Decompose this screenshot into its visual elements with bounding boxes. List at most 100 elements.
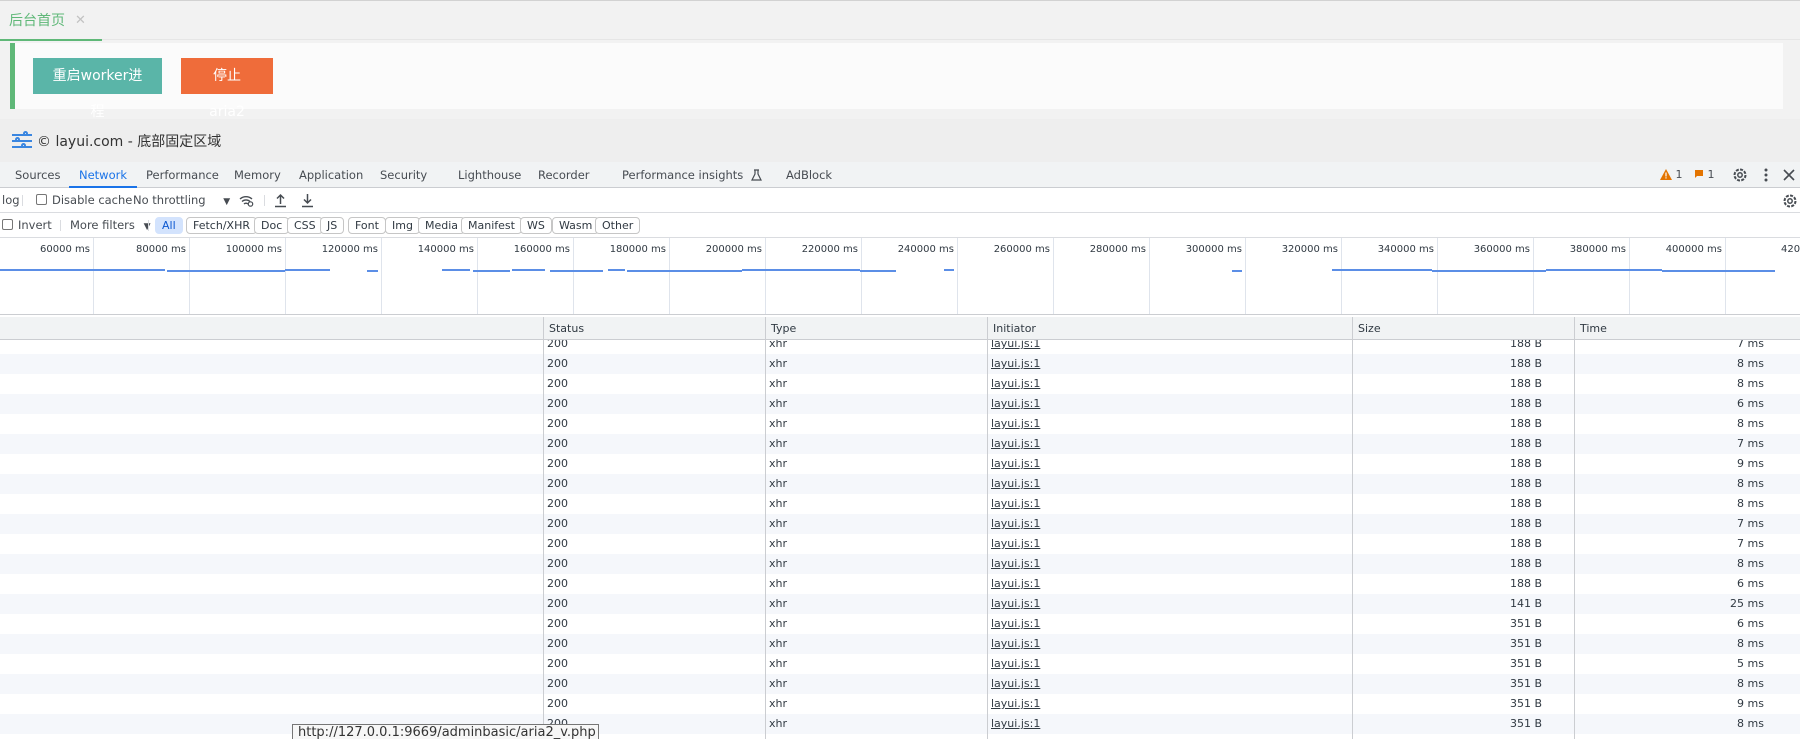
initiator-link[interactable]: layui.js:1: [991, 534, 1040, 554]
checkbox-box[interactable]: [2, 219, 13, 230]
table-row[interactable]: 200 xhr layui.js:1 141 B 25 ms: [0, 594, 1800, 614]
table-row[interactable]: 200 xhr layui.js:1 188 B 8 ms: [0, 554, 1800, 574]
initiator-link[interactable]: layui.js:1: [991, 514, 1040, 534]
column-initiator[interactable]: Initiator: [987, 317, 1352, 340]
initiator-link[interactable]: layui.js:1: [991, 654, 1040, 674]
initiator-link[interactable]: layui.js:1: [991, 574, 1040, 594]
table-row[interactable]: 200 xhr layui.js:1 188 B 9 ms: [0, 454, 1800, 474]
status-cell: 200: [547, 577, 568, 590]
tab-lighthouse[interactable]: Lighthouse: [458, 162, 521, 188]
status-cell: 200: [547, 357, 568, 370]
filter-chip-manifest[interactable]: Manifest: [461, 217, 522, 234]
initiator-link[interactable]: layui.js:1: [991, 354, 1040, 374]
restart-worker-button[interactable]: 重启worker进程: [33, 58, 162, 120]
more-options-icon[interactable]: [1764, 168, 1768, 182]
table-row[interactable]: 200 xhr layui.js:1 351 B 5 ms: [0, 654, 1800, 674]
close-icon[interactable]: ✕: [75, 13, 86, 28]
tab-application[interactable]: Application: [299, 162, 363, 188]
page-tab-home[interactable]: 后台首页 ✕: [0, 1, 102, 41]
throttling-select[interactable]: No throttling ▼: [133, 188, 230, 213]
table-row[interactable]: 200 xhr layui.js:1 188 B 8 ms: [0, 374, 1800, 394]
time-cell: 7 ms: [1737, 340, 1764, 350]
initiator-link[interactable]: layui.js:1: [991, 340, 1040, 354]
table-row[interactable]: 200 xhr layui.js:1 188 B 8 ms: [0, 474, 1800, 494]
filter-chip-img[interactable]: Img: [385, 217, 420, 234]
upload-icon[interactable]: [274, 193, 287, 208]
more-filters-dropdown[interactable]: More filters ▼: [70, 213, 151, 238]
table-row[interactable]: 200 xhr layui.js:1 188 B 8 ms: [0, 414, 1800, 434]
initiator-link[interactable]: layui.js:1: [991, 374, 1040, 394]
table-row[interactable]: 200xhrlayui.js:1351 B8 ms: [0, 674, 1800, 694]
invert-checkbox[interactable]: Invert: [2, 213, 52, 238]
tab-network[interactable]: Network: [69, 162, 138, 188]
close-devtools-icon[interactable]: [1783, 169, 1795, 181]
checkbox-box[interactable]: [36, 194, 47, 205]
filter-chip-font[interactable]: Font: [348, 217, 386, 234]
disable-cache-checkbox[interactable]: Disable cache: [36, 188, 132, 213]
tab-performance-insights[interactable]: Performance insights: [622, 162, 762, 188]
initiator-link[interactable]: layui.js:1: [991, 634, 1040, 654]
initiator-link[interactable]: layui.js:1: [991, 434, 1040, 454]
tab-memory[interactable]: Memory: [234, 162, 281, 188]
initiator-link[interactable]: layui.js:1: [991, 454, 1040, 474]
initiator-link[interactable]: layui.js:1: [991, 414, 1040, 434]
filter-chip-css[interactable]: CSS: [287, 217, 323, 234]
column-status[interactable]: Status: [543, 317, 765, 340]
initiator-link[interactable]: layui.js:1: [991, 614, 1040, 634]
tab-security[interactable]: Security: [380, 162, 427, 188]
table-row[interactable]: 200 xhr layui.js:1 188 B 8 ms: [0, 494, 1800, 514]
type-cell: xhr: [769, 717, 788, 730]
web-page: 后台首页 ✕ 重启worker进程 停止aria2 © layui.com - …: [0, 0, 1800, 162]
table-row[interactable]: 200 xhr layui.js:1 188 B 6 ms: [0, 574, 1800, 594]
preserve-log-label[interactable]: log: [2, 188, 20, 213]
initiator-link[interactable]: layui.js:1: [991, 394, 1040, 414]
time-cell: 7 ms: [1737, 537, 1764, 550]
issues-badge[interactable]: 1: [1694, 162, 1715, 188]
request-table-body: 200 xhr layui.js:1 188 B 7 ms 200 xhr layui.js:…: [0, 340, 1800, 739]
filter-chip-media[interactable]: Media: [418, 217, 466, 234]
table-row[interactable]: 200xhrlayui.js:1351 B8 ms: [0, 634, 1800, 654]
filter-chip-doc[interactable]: Doc: [254, 217, 290, 234]
status-cell: 200: [547, 697, 568, 710]
filter-chip-wasm[interactable]: Wasm: [552, 217, 600, 234]
initiator-link[interactable]: layui.js:1: [991, 594, 1040, 614]
table-row[interactable]: 200 xhr layui.js:1 188 B 8 ms: [0, 354, 1800, 374]
filter-chip-other[interactable]: Other: [595, 217, 641, 234]
table-row[interactable]: 200 xhr layui.js:1 188 B 7 ms: [0, 434, 1800, 454]
network-conditions-icon[interactable]: [238, 193, 254, 209]
initiator-link[interactable]: layui.js:1: [991, 554, 1040, 574]
table-row[interactable]: 200 xhr layui.js:1 188 B 6 ms: [0, 394, 1800, 414]
tab-performance[interactable]: Performance: [146, 162, 219, 188]
filter-chip-fetch-xhr[interactable]: Fetch/XHR: [186, 217, 257, 234]
tab-adblock[interactable]: AdBlock: [786, 162, 832, 188]
network-settings-gear-icon[interactable]: [1782, 193, 1798, 209]
filter-chip-ws[interactable]: WS: [520, 217, 552, 234]
timeline-request-bar: [627, 270, 742, 272]
table-row[interactable]: 200 xhr layui.js:1 351 B 6 ms: [0, 614, 1800, 634]
table-row[interactable]: 200 xhr layui.js:1 188 B 7 ms: [0, 534, 1800, 554]
network-overview-timeline[interactable]: 60000 ms 80000 ms 100000 ms 120000 ms 140000…: [0, 238, 1800, 315]
initiator-link[interactable]: layui.js:1: [991, 494, 1040, 514]
tab-recorder[interactable]: Recorder: [538, 162, 590, 188]
filter-chip-js[interactable]: JS: [320, 217, 345, 234]
column-type[interactable]: Type: [765, 317, 987, 340]
tab-sources[interactable]: Sources: [15, 162, 61, 188]
initiator-link[interactable]: layui.js:1: [991, 674, 1040, 694]
column-time[interactable]: Time: [1574, 317, 1800, 340]
filter-chip-all[interactable]: All: [155, 217, 183, 234]
column-size[interactable]: Size: [1352, 317, 1574, 340]
download-icon[interactable]: [301, 193, 314, 208]
table-row[interactable]: 200 xhr layui.js:1 351 B 9 ms: [0, 694, 1800, 714]
initiator-link[interactable]: layui.js:1: [991, 694, 1040, 714]
initiator-link[interactable]: layui.js:1: [991, 474, 1040, 494]
initiator-link[interactable]: layui.js:1: [991, 714, 1040, 734]
table-row[interactable]: 200 xhr layui.js:1 188 B 7 ms: [0, 514, 1800, 534]
stop-aria2-button[interactable]: 停止aria2: [181, 58, 273, 120]
settings-sliders-icon[interactable]: [12, 130, 32, 151]
timeline-request-bar: [285, 269, 330, 271]
table-row[interactable]: 200xhrlayui.js:1351 B8 ms: [0, 714, 1800, 734]
timeline-grid-line: [189, 238, 190, 314]
table-row[interactable]: 200 xhr layui.js:1 188 B 7 ms: [0, 340, 1800, 354]
warnings-badge[interactable]: 1: [1660, 162, 1683, 188]
gear-icon[interactable]: [1732, 167, 1748, 183]
